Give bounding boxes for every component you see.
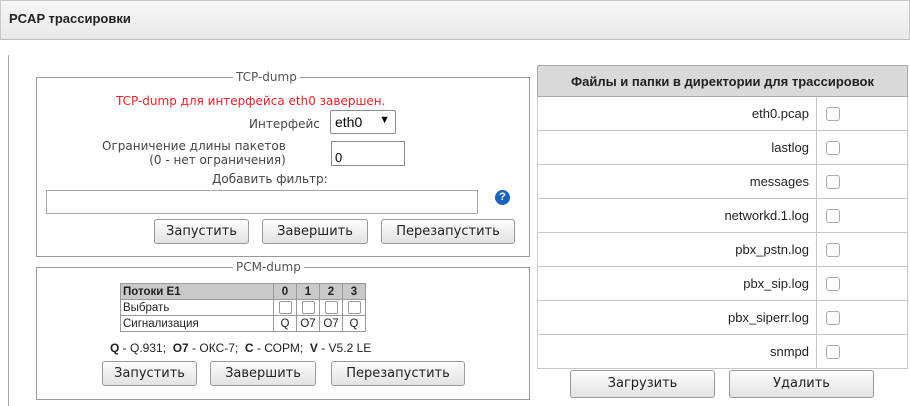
file-row: pbx_sip.log — [537, 266, 908, 301]
panel-title: PCAP трассировки — [9, 11, 131, 26]
legend-q-value: - Q.931; — [119, 341, 173, 355]
pcm-stop-button[interactable]: Завершить — [210, 361, 316, 386]
legend-v-key: V — [309, 341, 318, 355]
e1-stream-2-checkbox[interactable] — [324, 301, 338, 314]
chevron-down-icon: ▼ — [379, 114, 390, 126]
trace-files-header: Файлы и папки в директории для трассиров… — [537, 65, 908, 97]
e1-select-label: Выбрать — [120, 299, 274, 316]
tcp-start-button[interactable]: Запустить — [154, 219, 249, 244]
file-row: eth0.pcap — [537, 96, 908, 131]
file-name: pbx_pstn.log — [537, 232, 817, 267]
e1-streams-table: Потоки E1 0 1 2 3 Выбрать Сигнализация Q… — [120, 283, 366, 332]
tcp-stop-button[interactable]: Завершить — [262, 219, 368, 244]
legend-v-value: - V5.2 LE — [317, 341, 372, 355]
packet-limit-input[interactable]: 0 — [331, 141, 405, 166]
filter-label: Добавить фильтр: — [212, 172, 328, 186]
e1-header-cell: 1 — [296, 283, 320, 300]
interface-label: Интерфейс — [249, 117, 320, 131]
file-checkbox[interactable] — [826, 243, 840, 258]
e1-select-row: Выбрать — [120, 299, 366, 316]
file-checkbox[interactable] — [826, 311, 840, 326]
file-row: lastlog — [537, 130, 908, 165]
trace-files-panel: Файлы и папки в директории для трассиров… — [537, 65, 908, 369]
legend-o7-value: - ОКС-7; — [188, 341, 245, 355]
file-row: snmpd — [537, 334, 908, 369]
pcm-dump-legend: PCM-dump — [236, 260, 301, 274]
file-checkbox[interactable] — [826, 345, 840, 360]
tcp-restart-button[interactable]: Перезапустить — [381, 219, 515, 244]
e1-header-cell: 2 — [319, 283, 343, 300]
legend-o7-key: O7 — [172, 341, 189, 355]
file-checkbox[interactable] — [826, 175, 840, 190]
file-row: networkd.1.log — [537, 198, 908, 233]
pcm-start-button[interactable]: Запустить — [102, 361, 197, 386]
file-name: pbx_siperr.log — [537, 300, 817, 335]
file-name: lastlog — [537, 130, 817, 165]
file-name: eth0.pcap — [537, 96, 817, 131]
file-row: messages — [537, 164, 908, 199]
file-name: messages — [537, 164, 817, 199]
file-name: networkd.1.log — [537, 198, 817, 233]
file-checkbox[interactable] — [826, 107, 840, 122]
legend-q-key: Q — [110, 341, 120, 355]
e1-signaling-cell: O7 — [319, 315, 343, 332]
e1-signaling-cell: O7 — [296, 315, 320, 332]
file-row: pbx_pstn.log — [537, 232, 908, 267]
panel-header: PCAP трассировки — [0, 0, 910, 40]
signaling-legend: Q - Q.931; O7 - ОКС-7; C - СОРМ; V - V5.… — [110, 341, 371, 355]
e1-stream-1-checkbox[interactable] — [301, 301, 315, 314]
e1-header-cell: Потоки E1 — [120, 283, 274, 300]
file-checkbox[interactable] — [826, 141, 840, 156]
trace-files-table: Файлы и папки в директории для трассиров… — [537, 65, 908, 369]
interface-select[interactable]: eth0 ▼ — [330, 110, 396, 134]
file-name: pbx_sip.log — [537, 266, 817, 301]
e1-signaling-row: Сигнализация Q O7 O7 Q — [120, 315, 366, 332]
tcp-status-message: TCP-dump для интерфейса eth0 завершен. — [116, 94, 386, 108]
legend-c-value: - СОРМ; — [253, 341, 310, 355]
file-checkbox[interactable] — [826, 209, 840, 224]
left-divider — [8, 55, 9, 406]
filter-input[interactable] — [46, 190, 478, 214]
e1-header-row: Потоки E1 0 1 2 3 — [120, 283, 366, 300]
e1-signaling-cell: Q — [342, 315, 366, 332]
interface-select-value: eth0 — [335, 114, 363, 130]
file-name: snmpd — [537, 334, 817, 369]
packet-limit-label-line2: (0 - нет ограничения) — [149, 153, 286, 167]
download-button[interactable]: Загрузить — [570, 370, 715, 398]
e1-stream-0-checkbox[interactable] — [278, 301, 292, 314]
delete-button[interactable]: Удалить — [729, 370, 874, 398]
e1-signaling-cell: Q — [273, 315, 297, 332]
packet-limit-label-line1: Ограничение длины пакетов — [102, 139, 286, 153]
legend-c-key: C — [244, 341, 254, 355]
file-checkbox[interactable] — [826, 277, 840, 292]
e1-signaling-label: Сигнализация — [120, 315, 274, 332]
e1-header-cell: 0 — [273, 283, 297, 300]
e1-stream-3-checkbox[interactable] — [347, 301, 361, 314]
help-icon[interactable]: ? — [495, 190, 510, 205]
packet-limit-label: Ограничение длины пакетов (0 - нет огран… — [102, 139, 286, 167]
pcm-restart-button[interactable]: Перезапустить — [331, 361, 465, 386]
tcp-dump-legend: TCP-dump — [236, 70, 297, 84]
e1-header-cell: 3 — [342, 283, 366, 300]
file-row: pbx_siperr.log — [537, 300, 908, 335]
